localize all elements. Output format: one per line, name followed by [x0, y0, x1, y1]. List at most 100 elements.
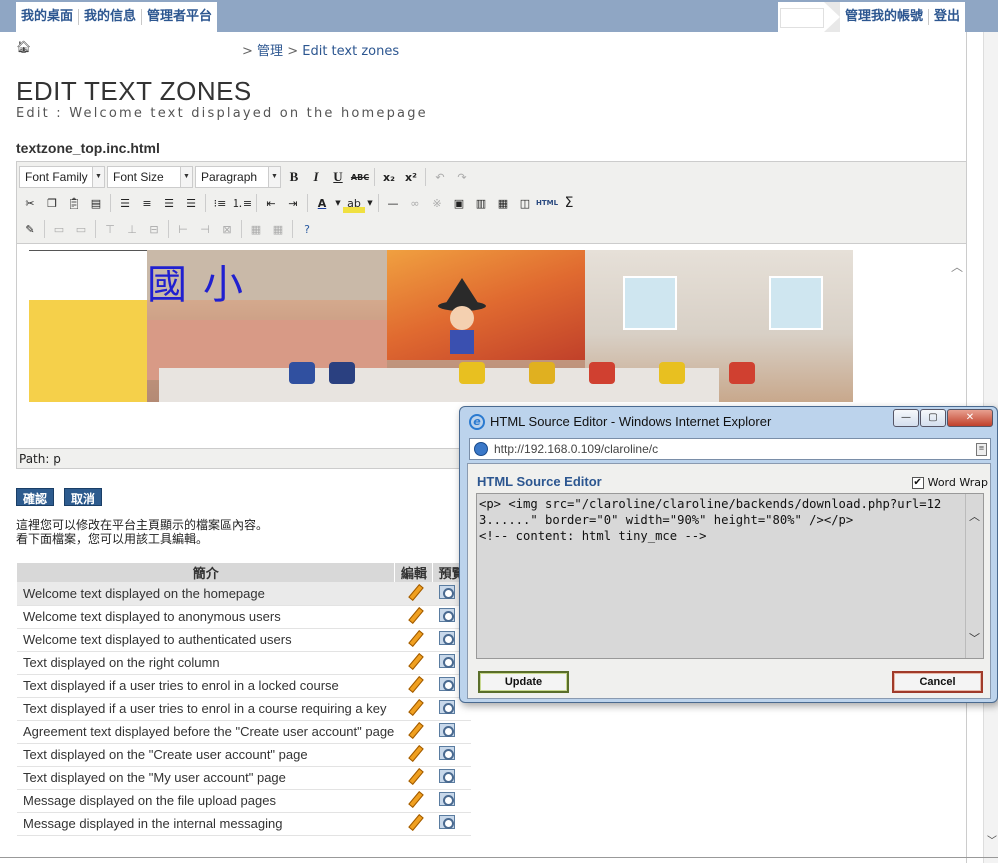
numbered-list-icon[interactable]: ⒈≡	[231, 193, 253, 213]
insert-row-before-icon[interactable]: ⊤	[99, 219, 121, 239]
maximize-button[interactable]: ▢	[920, 409, 946, 427]
source-scrollbar[interactable]: ︿ ﹀	[965, 494, 983, 658]
chevron-down-icon[interactable]: ﹀	[987, 832, 997, 847]
cut-icon[interactable]: ✂	[19, 193, 41, 213]
preview-icon[interactable]	[438, 815, 455, 829]
nav-tab-my-desktop[interactable]: 我的桌面	[16, 9, 80, 25]
row-description: Text displayed on the "Create user accou…	[17, 743, 395, 767]
table-cell-icon[interactable]: ▭	[70, 219, 92, 239]
popup-title: HTML Source Editor - Windows Internet Ex…	[490, 414, 772, 429]
text-color-icon[interactable]: A	[311, 193, 333, 213]
preview-icon[interactable]	[438, 723, 455, 737]
popup-titlebar[interactable]: e HTML Source Editor - Windows Internet …	[460, 407, 997, 437]
chevron-down-icon[interactable]: ▼	[365, 193, 375, 213]
paste-word-icon[interactable]: ▤	[85, 193, 107, 213]
help-icon[interactable]: ?	[296, 219, 318, 239]
pencil-icon[interactable]	[407, 700, 421, 714]
table-props-icon[interactable]: ▭	[48, 219, 70, 239]
image-icon[interactable]: ▣	[448, 193, 470, 213]
pencil-icon[interactable]	[407, 815, 421, 829]
preview-icon[interactable]	[438, 700, 455, 714]
sigma-button[interactable]: Σ	[558, 193, 580, 213]
media-icon[interactable]: ▥	[470, 193, 492, 213]
copy-icon[interactable]: ❐	[41, 193, 63, 213]
pencil-icon[interactable]	[407, 677, 421, 691]
delete-row-icon[interactable]: ⊟	[143, 219, 165, 239]
pencil-icon[interactable]	[407, 608, 421, 622]
insert-col-after-icon[interactable]: ⊣	[194, 219, 216, 239]
pencil-icon[interactable]	[407, 792, 421, 806]
bullet-list-icon[interactable]: ⁝≡	[209, 193, 231, 213]
preview-icon[interactable]	[438, 769, 455, 783]
font-size-select[interactable]: Font Size ▼	[107, 166, 193, 188]
preview-icon[interactable]	[438, 746, 455, 760]
delete-col-icon[interactable]: ⊠	[216, 219, 238, 239]
font-family-select[interactable]: Font Family ▼	[19, 166, 105, 188]
insert-row-after-icon[interactable]: ⊥	[121, 219, 143, 239]
chevron-down-icon[interactable]: ﹀	[969, 630, 980, 646]
bold-button[interactable]: B	[283, 167, 305, 187]
layer-icon[interactable]: ◫	[514, 193, 536, 213]
confirm-button[interactable]: 確認	[16, 488, 55, 506]
insert-col-before-icon[interactable]: ⊢	[172, 219, 194, 239]
strikethrough-button[interactable]: ABC	[349, 167, 371, 187]
align-right-icon[interactable]: ☰	[158, 193, 180, 213]
align-left-icon[interactable]: ☰	[114, 193, 136, 213]
redo-icon[interactable]: ↷	[451, 167, 473, 187]
chevron-up-icon[interactable]: ︿	[951, 258, 963, 275]
word-wrap-toggle[interactable]: ✔ Word Wrap	[911, 476, 988, 489]
source-textarea[interactable]: <p> <img src="/claroline/claroline/backe…	[476, 493, 984, 659]
merge-cells-icon[interactable]: ▦	[245, 219, 267, 239]
pencil-icon[interactable]	[407, 654, 421, 668]
address-bar[interactable]: http://192.168.0.109/claroline/c ≡	[469, 438, 991, 460]
pencil-icon[interactable]	[407, 769, 421, 783]
home-icon[interactable]: 🏠︎	[16, 40, 31, 54]
close-button[interactable]: ✕	[947, 409, 993, 427]
popup-cancel-button[interactable]: Cancel	[892, 671, 983, 693]
nav-tab-manage-account[interactable]: 管理我的帳號	[840, 9, 930, 25]
superscript-button[interactable]: x²	[400, 167, 422, 187]
underline-button[interactable]: U	[327, 167, 349, 187]
nav-tab-my-messages[interactable]: 我的信息	[79, 9, 143, 25]
banner-white-box	[29, 250, 147, 300]
edit-icon[interactable]: ✎	[19, 219, 41, 239]
pencil-icon[interactable]	[407, 746, 421, 760]
update-button[interactable]: Update	[478, 671, 569, 693]
italic-button[interactable]: I	[305, 167, 327, 187]
minimize-button[interactable]: —	[893, 409, 919, 427]
outdent-icon[interactable]: ⇤	[260, 193, 282, 213]
preview-icon[interactable]	[438, 631, 455, 645]
preview-icon[interactable]	[438, 608, 455, 622]
pencil-icon[interactable]	[407, 585, 421, 599]
unlink-icon[interactable]: ※	[426, 193, 448, 213]
horizontal-rule-icon[interactable]: —	[382, 193, 404, 213]
align-justify-icon[interactable]: ☰	[180, 193, 202, 213]
html-source-button[interactable]: HTML	[536, 193, 558, 213]
chevron-up-icon[interactable]: ︿	[969, 508, 980, 524]
preview-icon[interactable]	[438, 792, 455, 806]
preview-icon[interactable]	[438, 677, 455, 691]
link-icon[interactable]: ∞	[404, 193, 426, 213]
split-cells-icon[interactable]: ▦	[267, 219, 289, 239]
breadcrumb-item-admin[interactable]: 管理	[257, 44, 283, 59]
paste-icon[interactable]: 📋︎	[63, 193, 85, 213]
nav-tab-admin-platform[interactable]: 管理者平台	[142, 9, 217, 25]
breadcrumb-item-edit-text-zones[interactable]: Edit text zones	[302, 44, 399, 59]
preview-icon[interactable]	[438, 654, 455, 668]
template-icon[interactable]: ▦	[492, 193, 514, 213]
toolbar-divider	[95, 220, 96, 238]
preview-icon[interactable]	[438, 584, 455, 599]
chevron-down-icon[interactable]: ▼	[333, 193, 343, 213]
highlight-color-icon[interactable]: ab	[343, 193, 365, 213]
align-center-icon[interactable]: ≡	[136, 193, 158, 213]
cancel-button[interactable]: 取消	[64, 488, 103, 506]
editor-toolbar-row-2: ✂ ❐ 📋︎ ▤ ☰ ≡ ☰ ☰ ⁝≡ ⒈≡ ⇤ ⇥ A ▼ ab ▼ — ∞ …	[19, 191, 580, 215]
format-select[interactable]: Paragraph ▼	[195, 166, 281, 188]
nav-tab-logout[interactable]: 登出	[929, 9, 965, 25]
indent-icon[interactable]: ⇥	[282, 193, 304, 213]
pencil-icon[interactable]	[407, 723, 421, 737]
subscript-button[interactable]: x₂	[378, 167, 400, 187]
pencil-icon[interactable]	[407, 631, 421, 645]
undo-icon[interactable]: ↶	[429, 167, 451, 187]
word-wrap-checkbox[interactable]: ✔	[911, 476, 924, 489]
